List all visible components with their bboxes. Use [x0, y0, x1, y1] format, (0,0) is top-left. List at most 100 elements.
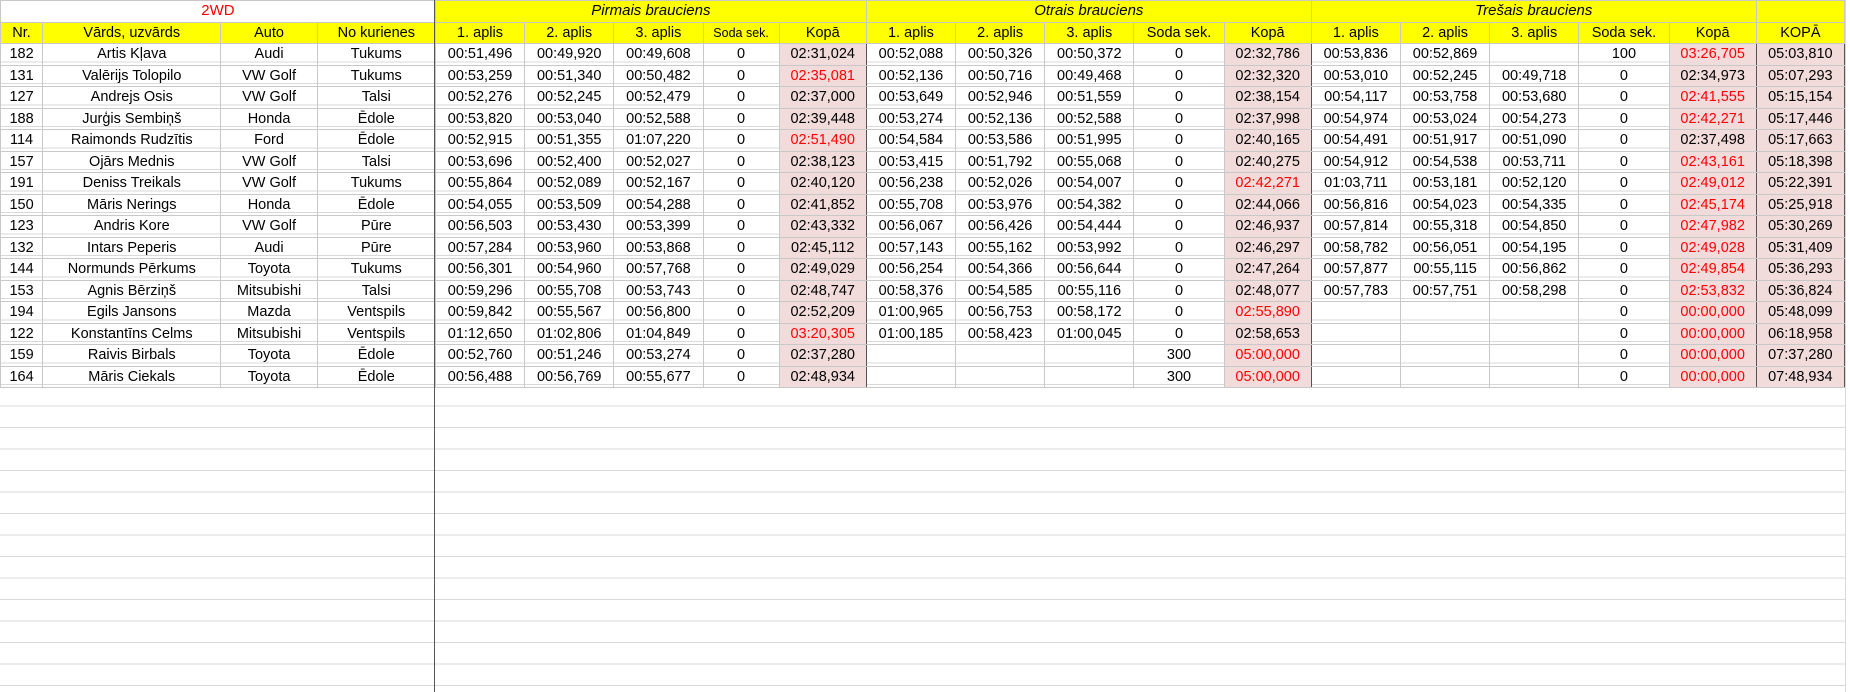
header-h2-lap1[interactable]: 1. aplis	[865, 21, 957, 44]
cell-h3-lap3[interactable]: 00:54,273	[1489, 107, 1580, 130]
cell-h2-penalty[interactable]: 0	[1133, 150, 1225, 173]
cell-h1-total[interactable]: 02:35,081	[778, 64, 867, 87]
cell-h2-total[interactable]: 02:32,320	[1223, 64, 1312, 87]
header-h3-penalty[interactable]: Soda sek.	[1578, 21, 1670, 44]
cell-h3-lap1[interactable]: 00:57,814	[1310, 215, 1401, 238]
cell-h1-penalty[interactable]: 0	[702, 236, 780, 259]
cell-h1-lap2[interactable]: 01:02,806	[524, 322, 615, 345]
heat-3-title[interactable]: Trešais brauciens	[1310, 0, 1757, 23]
header-car[interactable]: Auto	[220, 21, 318, 44]
cell-h1-lap2[interactable]: 00:49,920	[524, 43, 615, 66]
cell-h1-lap1[interactable]: 00:59,842	[434, 301, 526, 324]
cell-h1-total[interactable]: 02:31,024	[778, 43, 867, 66]
cell-h3-penalty[interactable]: 0	[1578, 258, 1670, 281]
cell-h1-lap3[interactable]: 00:57,768	[613, 258, 704, 281]
cell-name[interactable]: Deniss Treikals	[42, 172, 222, 195]
cell-h3-total[interactable]: 00:00,000	[1668, 301, 1757, 324]
cell-h1-lap1[interactable]: 00:53,820	[434, 107, 526, 130]
cell-h2-lap1[interactable]: 01:00,965	[865, 301, 957, 324]
cell-h2-lap1[interactable]: 00:56,067	[865, 215, 957, 238]
heat-2-title[interactable]: Otrais brauciens	[865, 0, 1312, 23]
cell-name[interactable]: Andris Kore	[42, 215, 222, 238]
cell-nr[interactable]: 188	[0, 107, 44, 130]
cell-h3-lap1[interactable]: 00:57,783	[1310, 279, 1401, 302]
cell-h3-penalty[interactable]: 0	[1578, 322, 1670, 345]
cell-grand-total[interactable]: 05:17,663	[1755, 129, 1846, 152]
cell-h1-total[interactable]: 02:51,490	[778, 129, 867, 152]
cell-name[interactable]: Valērijs Tolopilo	[42, 64, 222, 87]
cell-h1-total[interactable]: 02:37,000	[778, 86, 867, 109]
cell-h2-lap1[interactable]: 00:53,415	[865, 150, 957, 173]
cell-h1-lap2[interactable]: 00:52,400	[524, 150, 615, 173]
cell-h3-lap3[interactable]: 00:53,711	[1489, 150, 1580, 173]
cell-h1-penalty[interactable]: 0	[702, 150, 780, 173]
cell-h1-lap3[interactable]: 00:52,479	[613, 86, 704, 109]
cell-h3-penalty[interactable]: 0	[1578, 344, 1670, 367]
cell-h3-lap3[interactable]: 00:53,680	[1489, 86, 1580, 109]
cell-h1-penalty[interactable]: 0	[702, 64, 780, 87]
heat-1-title[interactable]: Pirmais brauciens	[434, 0, 867, 23]
cell-from[interactable]: Talsi	[316, 279, 436, 302]
cell-h3-total[interactable]: 02:47,982	[1668, 215, 1757, 238]
cell-h1-total[interactable]: 02:45,112	[778, 236, 867, 259]
cell-h1-lap1[interactable]: 00:52,276	[434, 86, 526, 109]
cell-name[interactable]: Intars Peperis	[42, 236, 222, 259]
cell-from[interactable]: Ēdole	[316, 344, 436, 367]
cell-h3-total[interactable]: 02:45,174	[1668, 193, 1757, 216]
cell-name[interactable]: Egils Jansons	[42, 301, 222, 324]
cell-h2-lap2[interactable]: 00:52,026	[955, 172, 1046, 195]
cell-h2-total[interactable]: 02:40,165	[1223, 129, 1312, 152]
cell-car[interactable]: Audi	[220, 236, 318, 259]
cell-h3-total[interactable]: 02:42,271	[1668, 107, 1757, 130]
cell-h1-penalty[interactable]: 0	[702, 172, 780, 195]
cell-h3-lap1[interactable]: 00:53,010	[1310, 64, 1401, 87]
cell-h1-total[interactable]: 02:43,332	[778, 215, 867, 238]
cell-h3-lap2[interactable]: 00:53,024	[1399, 107, 1491, 130]
cell-name[interactable]: Jurģis Sembiņš	[42, 107, 222, 130]
cell-h1-lap1[interactable]: 00:56,503	[434, 215, 526, 238]
cell-name[interactable]: Agnis Bērziņš	[42, 279, 222, 302]
cell-h2-penalty[interactable]: 0	[1133, 322, 1225, 345]
cell-h2-total[interactable]: 05:00,000	[1223, 365, 1312, 388]
cell-h3-penalty[interactable]: 0	[1578, 86, 1670, 109]
cell-h1-total[interactable]: 02:48,747	[778, 279, 867, 302]
cell-h1-penalty[interactable]: 0	[702, 86, 780, 109]
header-h2-lap2[interactable]: 2. aplis	[955, 21, 1046, 44]
cell-h3-lap3[interactable]	[1489, 344, 1580, 367]
cell-h2-lap1[interactable]: 00:53,274	[865, 107, 957, 130]
cell-from[interactable]: Ēdole	[316, 193, 436, 216]
cell-h2-lap2[interactable]: 00:52,136	[955, 107, 1046, 130]
cell-name[interactable]: Raimonds Rudzītis	[42, 129, 222, 152]
cell-h3-lap1[interactable]: 00:58,782	[1310, 236, 1401, 259]
cell-h1-lap3[interactable]: 00:50,482	[613, 64, 704, 87]
cell-from[interactable]: Talsi	[316, 86, 436, 109]
cell-h3-lap2[interactable]: 00:53,758	[1399, 86, 1491, 109]
cell-h2-lap2[interactable]: 00:56,426	[955, 215, 1046, 238]
cell-h3-lap1[interactable]	[1310, 322, 1401, 345]
cell-car[interactable]: Audi	[220, 43, 318, 66]
cell-h3-total[interactable]: 03:26,705	[1668, 43, 1757, 66]
cell-h2-penalty[interactable]: 300	[1133, 365, 1225, 388]
cell-from[interactable]: Tukums	[316, 43, 436, 66]
cell-name[interactable]: Māris Ciekals	[42, 365, 222, 388]
cell-h3-penalty[interactable]: 0	[1578, 193, 1670, 216]
cell-h3-lap3[interactable]: 00:56,862	[1489, 258, 1580, 281]
cell-from[interactable]: Tukums	[316, 258, 436, 281]
cell-h2-lap2[interactable]: 00:55,162	[955, 236, 1046, 259]
cell-h3-lap2[interactable]: 00:54,023	[1399, 193, 1491, 216]
cell-nr[interactable]: 123	[0, 215, 44, 238]
cell-h2-penalty[interactable]: 0	[1133, 215, 1225, 238]
cell-h3-penalty[interactable]: 0	[1578, 301, 1670, 324]
cell-name[interactable]: Normunds Pērkums	[42, 258, 222, 281]
cell-h2-lap1[interactable]	[865, 344, 957, 367]
header-h1-lap3[interactable]: 3. aplis	[613, 21, 704, 44]
cell-h2-lap2[interactable]: 00:51,792	[955, 150, 1046, 173]
cell-h2-lap1[interactable]: 00:52,088	[865, 43, 957, 66]
cell-h2-penalty[interactable]: 0	[1133, 64, 1225, 87]
cell-h1-lap2[interactable]: 00:53,960	[524, 236, 615, 259]
cell-from[interactable]: Tukums	[316, 172, 436, 195]
cell-h3-total[interactable]: 02:49,012	[1668, 172, 1757, 195]
cell-h2-lap3[interactable]: 00:53,992	[1044, 236, 1135, 259]
cell-h3-lap2[interactable]: 00:51,917	[1399, 129, 1491, 152]
cell-h1-lap2[interactable]: 00:51,340	[524, 64, 615, 87]
